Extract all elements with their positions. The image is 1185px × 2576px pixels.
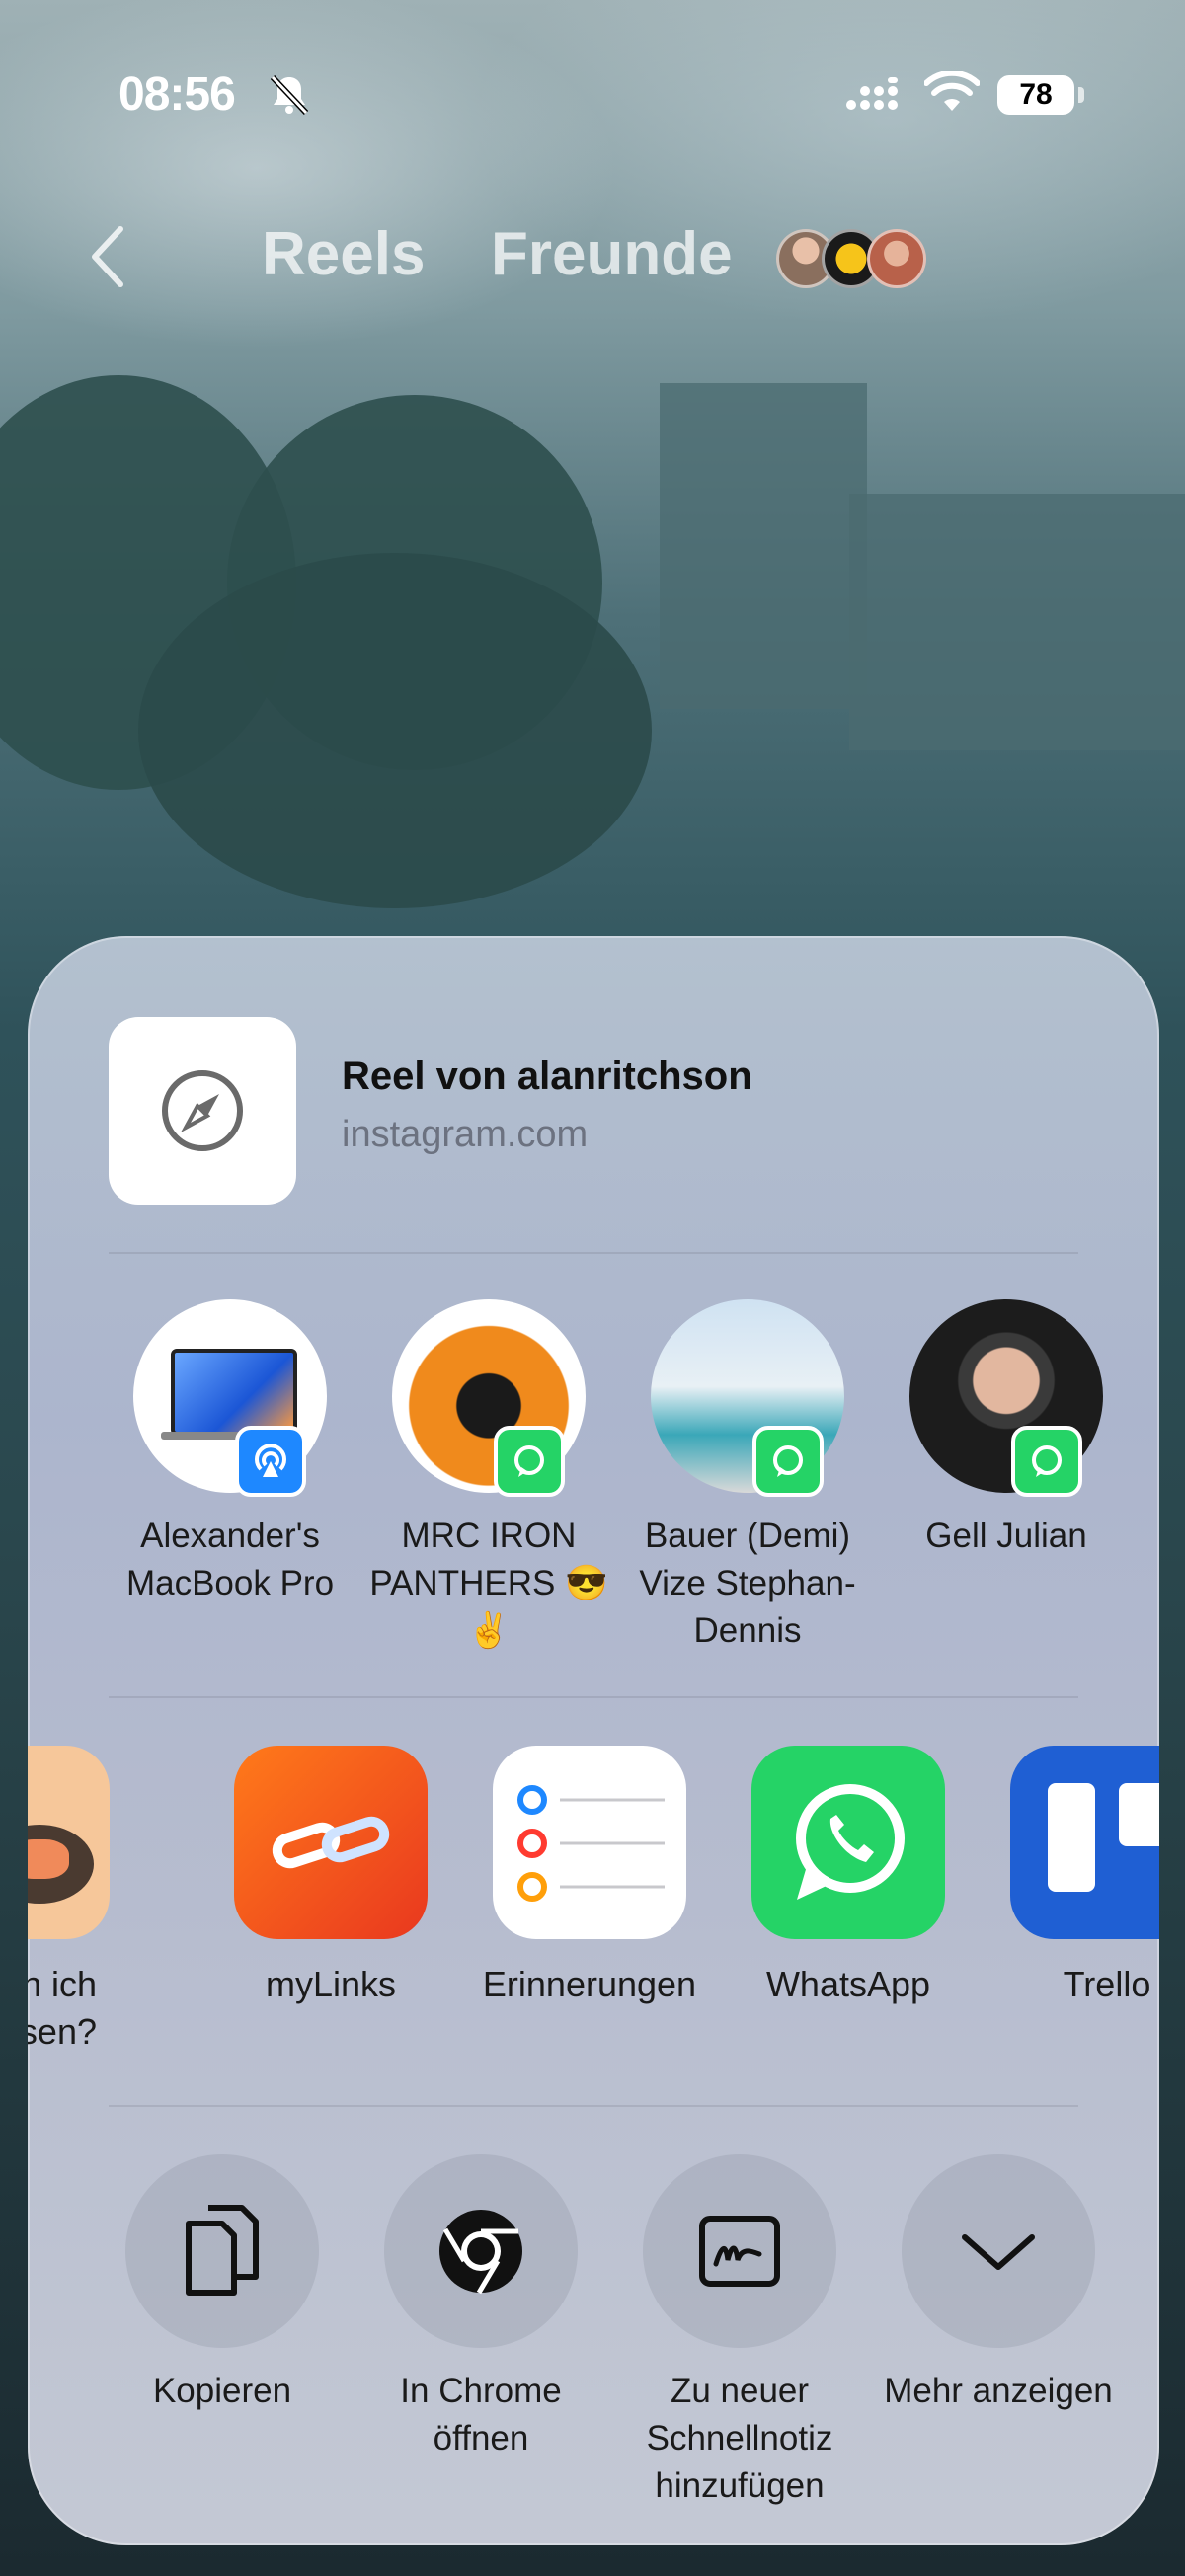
compass-icon	[162, 1070, 243, 1151]
action-label: Mehr anzeigen	[884, 2372, 1113, 2410]
person-name: MRC IRON PANTHERS 😎✌️	[369, 1517, 608, 1650]
tab-friends[interactable]: Freunde	[491, 219, 733, 289]
action-label: Zu neuer Schnellnotiz hinzufügen	[646, 2372, 833, 2505]
tab-reels[interactable]: Reels	[262, 219, 425, 289]
person-bauer-demi[interactable]: Bauer (Demi) Vize Stephan-Dennis	[624, 1299, 871, 1655]
action-add-quick-note[interactable]: Zu neuer Schnellnotiz hinzufügen	[610, 2154, 869, 2510]
share-url: instagram.com	[342, 1114, 589, 1155]
wifi-icon	[924, 71, 980, 111]
action-button[interactable]	[643, 2154, 836, 2348]
action-label: In Chrome öffnen	[400, 2372, 562, 2458]
pan-icon	[28, 1746, 110, 1939]
safari-preview-icon	[109, 1017, 296, 1205]
action-button[interactable]	[902, 2154, 1095, 2348]
person-name: Bauer (Demi) Vize Stephan-Dennis	[639, 1517, 856, 1650]
quick-note-icon	[699, 2216, 780, 2287]
avatar	[867, 229, 926, 288]
action-open-in-chrome[interactable]: In Chrome öffnen	[352, 2154, 610, 2462]
cellular-signal-icon	[846, 77, 898, 110]
battery-indicator: 78	[997, 75, 1074, 115]
mylinks-icon	[234, 1746, 428, 1939]
app-whatsapp[interactable]: WhatsApp	[725, 1746, 972, 2008]
silent-mode-icon	[270, 74, 309, 116]
app-trello[interactable]: Trello	[984, 1746, 1159, 2008]
divider	[109, 1696, 1078, 1698]
divider	[109, 2105, 1078, 2107]
action-show-more[interactable]: Mehr anzeigen	[869, 2154, 1128, 2415]
app-erinnerungen[interactable]: Erinnerungen	[466, 1746, 713, 2008]
share-sheet: Reel von alanritchson instagram.com Alex…	[28, 936, 1159, 2545]
chevron-down-icon	[962, 2234, 1035, 2270]
app-label: kann ich sen?	[28, 1964, 97, 2052]
copy-icon	[186, 2205, 259, 2296]
person-mrc-iron-panthers[interactable]: MRC IRON PANTHERS 😎✌️	[365, 1299, 612, 1655]
divider	[109, 1252, 1078, 1254]
whatsapp-icon	[1011, 1426, 1082, 1497]
action-copy[interactable]: Kopieren	[93, 2154, 352, 2415]
app-label: myLinks	[265, 1964, 397, 2004]
person-name: Gell Julian	[925, 1517, 1087, 1555]
whatsapp-icon	[494, 1426, 565, 1497]
back-chevron-icon[interactable]	[87, 225, 126, 288]
app-label: Erinnerungen	[482, 1964, 697, 2004]
person-gell-julian[interactable]: Gell Julian	[883, 1299, 1130, 1560]
app-label: Trello	[1063, 1964, 1151, 2004]
action-button[interactable]	[125, 2154, 319, 2348]
app-cooking[interactable]: kann ich sen?	[28, 1746, 136, 2056]
airdrop-icon	[235, 1426, 306, 1497]
app-mylinks[interactable]: myLinks	[207, 1746, 454, 2008]
whatsapp-icon	[752, 1426, 824, 1497]
action-label: Kopieren	[152, 2372, 292, 2410]
chrome-icon	[439, 2210, 522, 2295]
battery-nub	[1078, 87, 1084, 103]
whatsapp-icon	[751, 1746, 945, 1939]
share-title: Reel von alanritchson	[342, 1054, 752, 1098]
trello-icon	[1010, 1746, 1159, 1939]
reminders-icon	[493, 1746, 686, 1939]
status-time: 08:56	[118, 68, 236, 120]
app-label: WhatsApp	[765, 1964, 931, 2004]
person-macbook[interactable]: Alexander's MacBook Pro	[107, 1299, 354, 1607]
action-button[interactable]	[384, 2154, 578, 2348]
person-name: Alexander's MacBook Pro	[125, 1517, 335, 1602]
